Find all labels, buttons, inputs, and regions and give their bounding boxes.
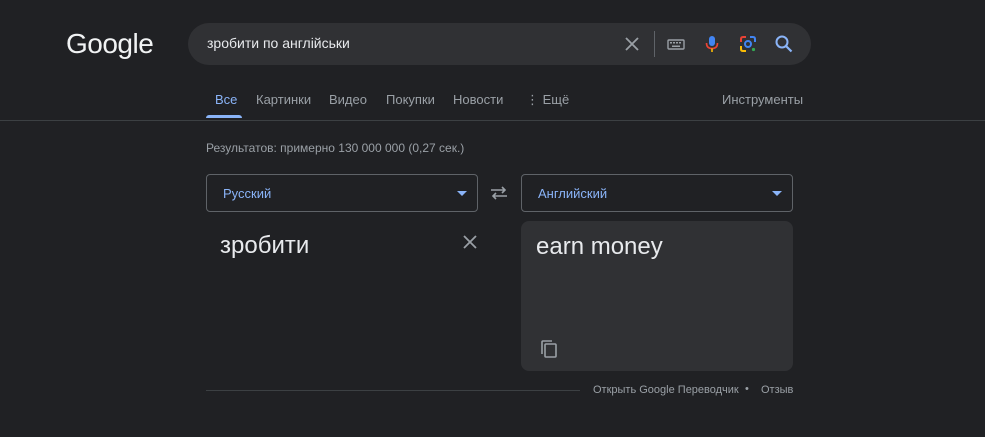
source-language-select[interactable]: Русский: [206, 174, 478, 212]
header-divider: [0, 120, 985, 121]
search-icon[interactable]: [774, 34, 794, 54]
clear-icon[interactable]: [622, 34, 642, 54]
search-divider: [654, 31, 655, 57]
tools-button[interactable]: Инструменты: [722, 92, 803, 107]
search-box[interactable]: зробити по англійськи: [188, 23, 811, 65]
tab-more[interactable]: ⋮ Ещё: [526, 92, 569, 108]
swap-icon[interactable]: [488, 183, 510, 203]
open-translate-link[interactable]: Открыть Google Переводчик: [593, 384, 739, 396]
source-language-label: Русский: [223, 186, 272, 201]
caret-down-icon: [772, 191, 782, 196]
target-language-select[interactable]: Английский: [521, 174, 793, 212]
feedback-link[interactable]: Отзыв: [761, 384, 793, 396]
footer-separator: •: [745, 383, 749, 395]
microphone-icon[interactable]: [702, 34, 722, 54]
source-text-input[interactable]: зробити: [220, 232, 309, 260]
tab-video[interactable]: Видео: [329, 92, 367, 107]
tab-all[interactable]: Все: [215, 92, 237, 107]
active-tab-indicator: [206, 115, 242, 118]
close-icon[interactable]: [460, 232, 480, 252]
translation-output-panel: earn money: [521, 221, 793, 371]
translation-text: earn money: [536, 233, 663, 260]
lens-icon[interactable]: [738, 34, 758, 54]
target-language-label: Английский: [538, 186, 608, 201]
google-logo[interactable]: Google: [66, 28, 154, 60]
tab-shopping[interactable]: Покупки: [386, 92, 435, 107]
keyboard-icon[interactable]: [666, 34, 686, 54]
search-input[interactable]: зробити по англійськи: [207, 35, 350, 51]
tab-images[interactable]: Картинки: [256, 92, 311, 107]
results-stats: Результатов: примерно 130 000 000 (0,27 …: [206, 141, 465, 155]
footer-divider: [206, 390, 580, 391]
copy-icon[interactable]: [538, 338, 560, 360]
tab-news[interactable]: Новости: [453, 92, 503, 107]
caret-down-icon: [457, 191, 467, 196]
